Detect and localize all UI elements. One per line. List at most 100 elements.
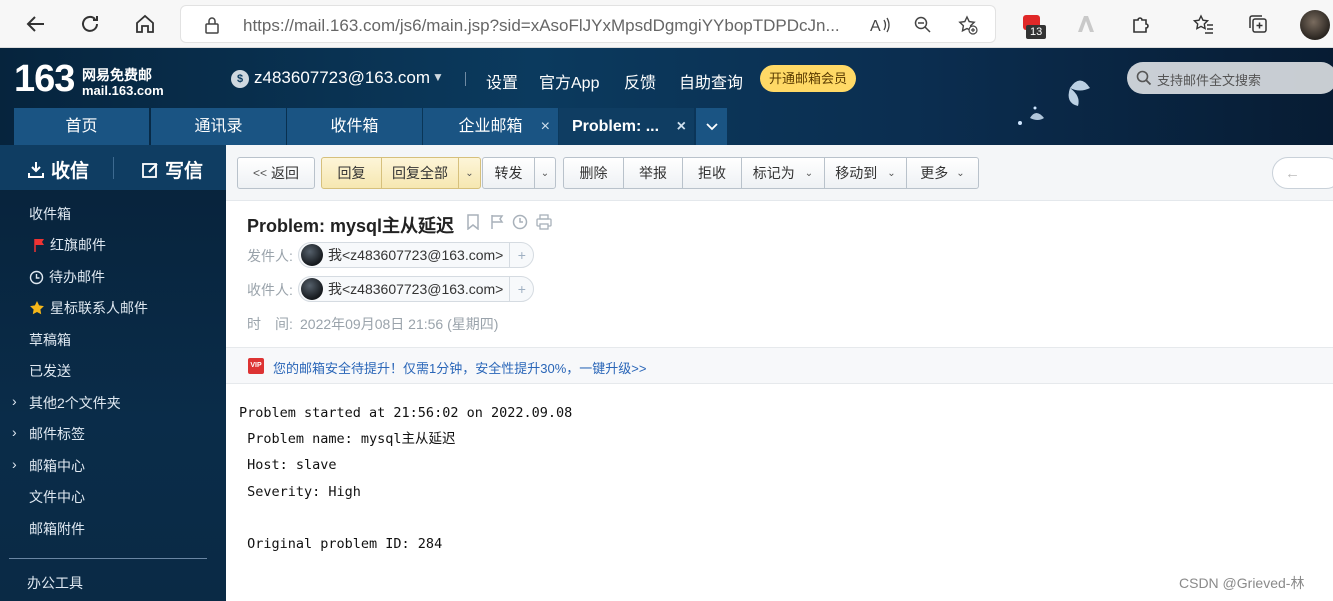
- extension-logo-icon[interactable]: [1072, 10, 1100, 38]
- favorites-icon[interactable]: [1190, 10, 1218, 38]
- sidebar-item-todo[interactable]: 待办邮件: [29, 267, 105, 287]
- read-aloud-icon[interactable]: A: [869, 14, 891, 36]
- reject-button[interactable]: 拒收: [682, 157, 742, 189]
- sidebar-item-office-tools[interactable]: 办公工具: [27, 573, 83, 593]
- body-line: Severity: High: [239, 483, 361, 500]
- to-label: 收件人:: [247, 282, 293, 298]
- compose-button[interactable]: 写信: [141, 156, 203, 183]
- download-icon: [28, 161, 44, 178]
- tab-contacts[interactable]: 通讯录: [151, 108, 286, 145]
- folder-label: 红旗邮件: [50, 237, 106, 253]
- avatar: [301, 278, 323, 300]
- folder-label: 收件箱: [29, 206, 71, 222]
- receive-label: 收信: [51, 161, 90, 182]
- recipient-chip[interactable]: 我<z483607723@163.com> +: [298, 276, 535, 302]
- sidebar-item-mail-tags[interactable]: 邮件标签: [29, 424, 85, 444]
- back-button[interactable]: << 返回: [237, 157, 315, 189]
- official-app-link[interactable]: 官方App: [539, 69, 599, 93]
- report-button[interactable]: 举报: [623, 157, 683, 189]
- add-contact-icon[interactable]: +: [509, 277, 533, 301]
- butterfly-decoration: [1018, 80, 1090, 125]
- folder-label: 待办邮件: [49, 269, 105, 285]
- browser-toolbar: https://mail.163.com/js6/main.jsp?sid=xA…: [0, 0, 1333, 48]
- tab-problem[interactable]: Problem: ... ×: [559, 108, 694, 145]
- sidebar-item-other-folders[interactable]: 其他2个文件夹: [29, 393, 121, 413]
- sidebar-item-drafts[interactable]: 草稿箱: [29, 330, 71, 350]
- zoom-out-icon[interactable]: [912, 14, 934, 36]
- sidebar-item-sent[interactable]: 已发送: [29, 361, 71, 381]
- mail-toolbar: << 返回 回复 回复全部 ⌄ 转发 ⌄ 删除 举报 拒收 标记为 ⌄ 移动到 …: [226, 145, 1333, 201]
- email-subject: Problem: mysql主从延迟: [247, 216, 455, 236]
- back-arrow-icon[interactable]: [20, 8, 52, 40]
- mark-as-button[interactable]: 标记为 ⌄: [741, 157, 825, 189]
- account-email[interactable]: z483607723@163.com: [254, 68, 430, 88]
- lock-icon[interactable]: [201, 14, 223, 36]
- search-input[interactable]: 支持邮件全文搜索: [1127, 62, 1333, 94]
- tab-home[interactable]: 首页: [14, 108, 149, 145]
- move-to-button[interactable]: 移动到 ⌄: [824, 157, 907, 189]
- extensions-puzzle-icon[interactable]: [1127, 10, 1155, 38]
- time-label: 时 间:: [247, 316, 293, 332]
- from-label: 发件人:: [247, 248, 293, 264]
- home-icon[interactable]: [129, 8, 161, 40]
- tab-label: 企业邮箱: [458, 118, 523, 135]
- folder-label: 星标联系人邮件: [50, 300, 148, 316]
- chevron-right-icon[interactable]: ›: [12, 393, 17, 409]
- sidebar-item-mailbox-center[interactable]: 邮箱中心: [29, 456, 85, 476]
- sidebar-item-attachments[interactable]: 邮箱附件: [29, 519, 85, 539]
- self-help-link[interactable]: 自助查询: [679, 69, 743, 93]
- flag-icon[interactable]: [488, 213, 506, 231]
- folder-label: 邮箱附件: [29, 521, 85, 537]
- back-label: 返回: [271, 165, 299, 181]
- forward-dropdown-chevron-icon[interactable]: ⌄: [534, 157, 556, 189]
- collections-icon[interactable]: [1244, 10, 1272, 38]
- arrow-left-icon[interactable]: ←: [1285, 165, 1300, 182]
- sidebar-item-inbox[interactable]: 收件箱: [29, 204, 71, 224]
- sidebar-item-starred-contacts[interactable]: 星标联系人邮件: [29, 298, 148, 318]
- tab-enterprise-mail[interactable]: 企业邮箱 ×: [423, 108, 558, 145]
- address-bar[interactable]: https://mail.163.com/js6/main.jsp?sid=xA…: [180, 5, 996, 43]
- sender-address: 我<z483607723@163.com>: [328, 247, 504, 263]
- chevron-down-icon[interactable]: ▼: [432, 70, 444, 84]
- more-button[interactable]: 更多 ⌄: [906, 157, 979, 189]
- delete-button[interactable]: 删除: [563, 157, 624, 189]
- print-icon[interactable]: [535, 213, 553, 231]
- reply-button[interactable]: 回复: [321, 157, 382, 189]
- red-flag-icon: [34, 239, 44, 252]
- settings-link[interactable]: 设置: [486, 69, 518, 93]
- chevron-right-icon[interactable]: ›: [12, 424, 17, 440]
- close-icon[interactable]: ×: [677, 108, 686, 145]
- vip-button[interactable]: 开通邮箱会员: [760, 65, 857, 92]
- divider: [113, 157, 114, 179]
- sender-chip[interactable]: 我<z483607723@163.com> +: [298, 242, 535, 268]
- url-text[interactable]: https://mail.163.com/js6/main.jsp?sid=xA…: [243, 16, 863, 36]
- tab-inbox[interactable]: 收件箱: [287, 108, 422, 145]
- add-contact-icon[interactable]: +: [509, 243, 533, 267]
- sidebar-item-file-center[interactable]: 文件中心: [29, 487, 85, 507]
- security-upgrade-link[interactable]: 您的邮箱安全待提升！仅需1分钟，安全性提升30%，一键升级>>: [273, 358, 646, 377]
- logo-domain: mail.163.com: [82, 83, 164, 98]
- star-icon: [30, 301, 44, 315]
- reply-dropdown-chevron-icon[interactable]: ⌄: [458, 157, 481, 189]
- refresh-icon[interactable]: [74, 8, 106, 40]
- forward-button[interactable]: 转发: [482, 157, 535, 189]
- receive-button[interactable]: 收信: [27, 156, 89, 183]
- reply-all-button[interactable]: 回复全部: [381, 157, 459, 189]
- chevron-down-icon: ⌄: [804, 167, 814, 179]
- bookmark-icon[interactable]: [464, 213, 482, 231]
- clock-icon[interactable]: [511, 213, 529, 231]
- profile-avatar[interactable]: [1300, 10, 1330, 40]
- sidebar: 收信 写信 收件箱 红旗邮件 待办邮件 星标联系人邮件 草稿箱 已发送 › 其他…: [0, 145, 226, 601]
- vip-icon: VIP: [248, 358, 264, 374]
- folder-label: 邮件标签: [29, 426, 85, 442]
- feedback-link[interactable]: 反馈: [624, 69, 656, 93]
- add-favorite-icon[interactable]: [957, 14, 979, 36]
- tab-more-chevron-icon[interactable]: [696, 108, 727, 145]
- edit-icon: [142, 162, 158, 178]
- chevron-down-icon: ⌄: [956, 167, 965, 179]
- prev-next-nav[interactable]: ←: [1272, 157, 1333, 189]
- close-icon[interactable]: ×: [541, 108, 550, 145]
- logo-163[interactable]: 163: [14, 58, 75, 101]
- sidebar-item-flagged[interactable]: 红旗邮件: [33, 235, 106, 255]
- chevron-right-icon[interactable]: ›: [12, 456, 17, 472]
